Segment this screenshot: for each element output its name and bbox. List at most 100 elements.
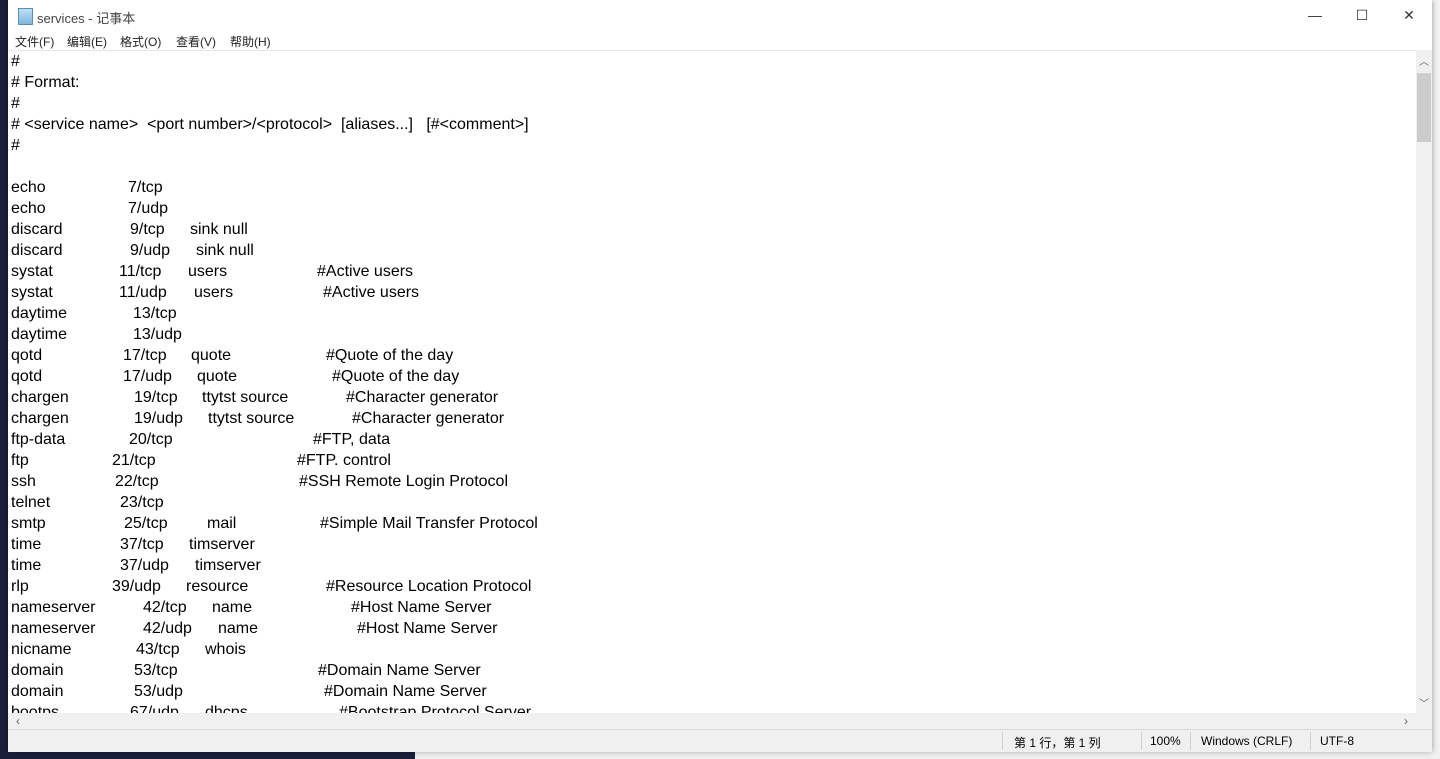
text-field: chargen bbox=[11, 389, 69, 406]
text-field: #Resource Location Protocol bbox=[326, 578, 532, 595]
text-line: # bbox=[8, 137, 1416, 158]
text-field: 13/udp bbox=[133, 326, 182, 343]
scroll-left-icon[interactable]: ‹ bbox=[10, 714, 26, 728]
text-field: #Character generator bbox=[352, 410, 505, 427]
text-field: 13/tcp bbox=[133, 305, 177, 322]
menu-view[interactable]: 查看(V) bbox=[176, 33, 216, 50]
text-field: time bbox=[11, 557, 42, 574]
text-field: sink null bbox=[196, 242, 254, 259]
text-field: systat bbox=[11, 284, 53, 301]
text-field: 7/udp bbox=[128, 200, 169, 217]
text-line: nameserver 42/udp name #Host Name Server bbox=[8, 620, 1416, 641]
text-editor[interactable]: # # Format: # # <service name> <port number… bbox=[8, 50, 1416, 714]
maximize-button[interactable]: ☐ bbox=[1339, 0, 1385, 30]
text-field: quote bbox=[191, 347, 232, 364]
text-field: systat bbox=[11, 263, 53, 280]
close-button[interactable]: ✕ bbox=[1386, 0, 1432, 30]
text-line: daytime 13/udp bbox=[8, 326, 1416, 347]
text-field: 19/udp bbox=[134, 410, 183, 427]
text-field: timserver bbox=[195, 557, 261, 574]
zoom-level: 100% bbox=[1150, 734, 1181, 748]
notepad-icon bbox=[18, 8, 33, 25]
text-field: 7/tcp bbox=[128, 179, 163, 196]
scroll-down-icon[interactable]: ﹀ bbox=[1416, 695, 1432, 710]
text-field: resource bbox=[186, 578, 249, 595]
menu-format[interactable]: 格式(O) bbox=[120, 33, 161, 50]
scrollbar-corner bbox=[1416, 713, 1432, 729]
text-line: rlp 39/udp resource #Resource Location Prot… bbox=[8, 578, 1416, 599]
text-field: #Active users bbox=[323, 284, 420, 301]
text-field: users bbox=[188, 263, 228, 280]
text-field: 20/tcp bbox=[129, 431, 173, 448]
text-field: qotd bbox=[11, 347, 43, 364]
text-field: quote bbox=[197, 368, 238, 385]
text-line: # Format: bbox=[8, 74, 1416, 95]
encoding: UTF-8 bbox=[1320, 734, 1354, 748]
text-field: #SSH Remote Login Protocol bbox=[299, 473, 508, 490]
text-line: domain 53/tcp #Domain Name Server bbox=[8, 662, 1416, 683]
text-field: # bbox=[11, 137, 20, 154]
menu-file[interactable]: 文件(F) bbox=[15, 33, 54, 50]
text-field: nameserver bbox=[11, 620, 96, 637]
text-field: domain bbox=[11, 662, 64, 679]
text-line: systat 11/tcp users #Active users bbox=[8, 263, 1416, 284]
text-field: 21/tcp bbox=[112, 452, 156, 469]
text-field: 25/tcp bbox=[124, 515, 168, 532]
text-field: 23/tcp bbox=[120, 494, 164, 511]
text-field: #Active users bbox=[317, 263, 414, 280]
text-line: telnet 23/tcp bbox=[8, 494, 1416, 515]
text-field: ssh bbox=[11, 473, 36, 490]
text-field: qotd bbox=[11, 368, 43, 385]
text-field: 17/udp bbox=[123, 368, 172, 385]
text-field: 11/tcp bbox=[119, 263, 162, 280]
text-line: qotd 17/udp quote #Quote of the day bbox=[8, 368, 1416, 389]
text-field: #Host Name Server bbox=[357, 620, 498, 637]
text-field: 11/udp bbox=[119, 284, 167, 301]
text-field: sink null bbox=[190, 221, 248, 238]
menu-edit[interactable]: 编辑(E) bbox=[67, 33, 107, 50]
text-line: chargen 19/tcp ttytst source #Character gen… bbox=[8, 389, 1416, 410]
vertical-scroll-thumb[interactable] bbox=[1417, 73, 1431, 142]
scroll-up-icon[interactable]: ︿ bbox=[1416, 53, 1432, 68]
text-field: nicname bbox=[11, 641, 72, 658]
text-line: ftp 21/tcp #FTP. control bbox=[8, 452, 1416, 473]
minimize-button[interactable]: — bbox=[1292, 0, 1338, 30]
horizontal-scrollbar[interactable]: ‹ › bbox=[8, 713, 1416, 729]
text-field: smtp bbox=[11, 515, 46, 532]
title-bar: services - 记事本 — ☐ ✕ bbox=[8, 0, 1432, 30]
text-line: chargen 19/udp ttytst source #Character gen… bbox=[8, 410, 1416, 431]
text-field: chargen bbox=[11, 410, 69, 427]
text-field: # <service name> <port number>/<protocol… bbox=[11, 116, 529, 133]
vertical-scrollbar[interactable]: ︿ ﹀ bbox=[1416, 50, 1432, 713]
menu-help[interactable]: 帮助(H) bbox=[230, 33, 271, 50]
text-field: ftp-data bbox=[11, 431, 66, 448]
text-field: 53/tcp bbox=[134, 662, 178, 679]
text-field: name bbox=[218, 620, 259, 637]
text-field: 17/tcp bbox=[123, 347, 167, 364]
text-line: discard 9/tcp sink null bbox=[8, 221, 1416, 242]
text-field: #Quote of the day bbox=[332, 368, 460, 385]
text-line: smtp 25/tcp mail #Simple Mail Transfer Prot… bbox=[8, 515, 1416, 536]
text-field: 22/tcp bbox=[115, 473, 159, 490]
text-field: #Quote of the day bbox=[326, 347, 454, 364]
text-line: echo 7/tcp bbox=[8, 179, 1416, 200]
text-field: ttytst source bbox=[202, 389, 289, 406]
text-line: discard 9/udp sink null bbox=[8, 242, 1416, 263]
text-field: 43/tcp bbox=[136, 641, 180, 658]
scroll-right-icon[interactable]: › bbox=[1398, 714, 1414, 728]
status-bar: 第 1 行，第 1 列 100% Windows (CRLF) UTF-8 bbox=[8, 729, 1432, 752]
text-line: # <service name> <port number>/<protocol… bbox=[8, 116, 1416, 137]
text-field: 42/udp bbox=[143, 620, 192, 637]
text-line: # bbox=[8, 53, 1416, 74]
text-field: timserver bbox=[189, 536, 255, 553]
text-field: ttytst source bbox=[208, 410, 295, 427]
text-field: #Character generator bbox=[346, 389, 499, 406]
text-field: 39/udp bbox=[112, 578, 161, 595]
taskbar-background bbox=[415, 751, 1440, 759]
text-field: nameserver bbox=[11, 599, 96, 616]
text-field: time bbox=[11, 536, 42, 553]
text-field: 9/udp bbox=[130, 242, 171, 259]
text-field: #Host Name Server bbox=[351, 599, 492, 616]
text-field: # bbox=[11, 53, 20, 70]
text-field: #Simple Mail Transfer Protocol bbox=[320, 515, 538, 532]
